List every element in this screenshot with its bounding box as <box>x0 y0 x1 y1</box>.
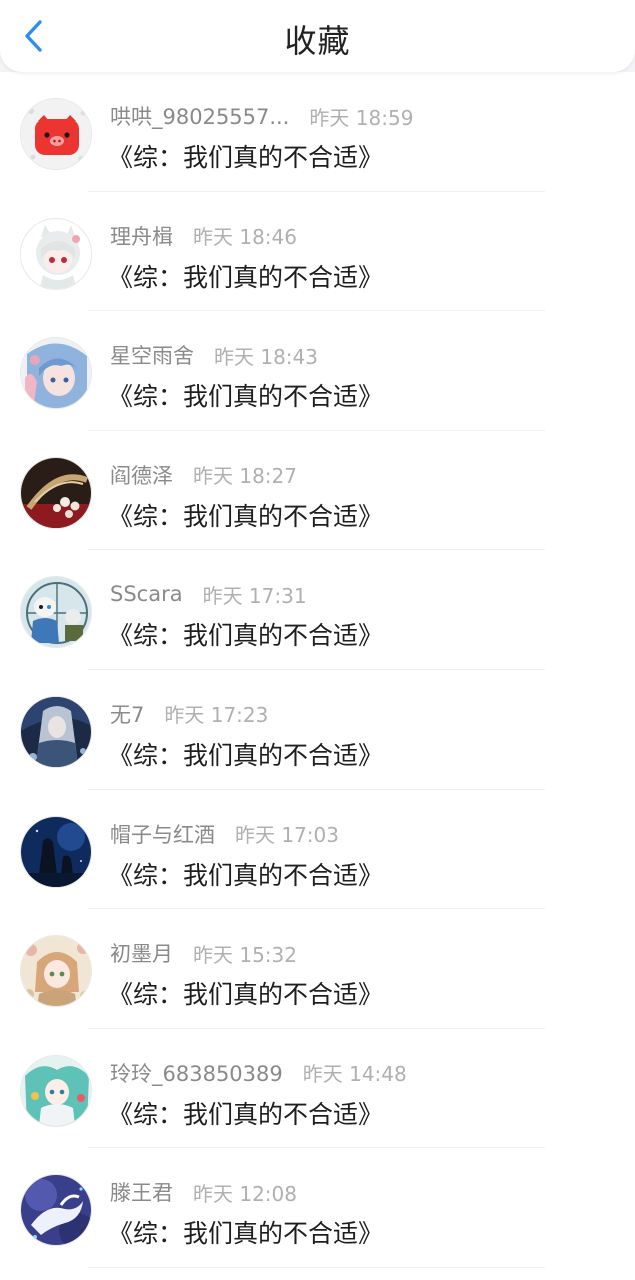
post-time: 昨天 12:08 <box>193 1181 297 1206</box>
page-title: 收藏 <box>284 22 351 60</box>
post-time: 昨天 18:27 <box>193 464 297 489</box>
favorites-list: 哄哄_98025557... 昨天 18:59 《综：我们真的不合适》 理舟楫 … <box>0 72 635 1280</box>
user-name[interactable]: 玲玲_683850389 <box>110 1058 283 1088</box>
anime-teal-hair-avatar[interactable] <box>20 1054 92 1127</box>
user-name[interactable]: 哄哄_98025557... <box>110 101 289 131</box>
user-name[interactable]: 理舟楫 <box>110 221 173 251</box>
book-title[interactable]: 《综：我们真的不合适》 <box>108 1214 383 1250</box>
post-time: 昨天 17:23 <box>164 703 269 728</box>
book-title[interactable]: 《综：我们真的不合适》 <box>108 377 383 413</box>
book-title[interactable]: 《综：我们真的不合适》 <box>108 616 383 652</box>
list-item[interactable]: SScara 昨天 17:31 《综：我们真的不合适》 <box>0 550 635 670</box>
book-title[interactable]: 《综：我们真的不合适》 <box>108 1095 383 1131</box>
anime-cat-girl-avatar[interactable] <box>20 217 92 290</box>
pig-face-avatar[interactable] <box>20 98 92 170</box>
white-dragon-avatar[interactable] <box>20 1174 92 1247</box>
post-time: 昨天 14:48 <box>302 1062 407 1087</box>
book-title[interactable]: 《综：我们真的不合适》 <box>108 138 383 174</box>
night-silhouette-avatar[interactable] <box>20 815 92 888</box>
user-name[interactable]: 星空雨舍 <box>110 340 194 370</box>
list-item[interactable]: 初墨月 昨天 15:32 《综：我们真的不合适》 <box>0 909 635 1029</box>
user-name[interactable]: 滕王君 <box>110 1177 173 1207</box>
list-item[interactable]: 阎德泽 昨天 18:27 《综：我们真的不合适》 <box>0 431 635 551</box>
top-bar: 收藏 <box>0 0 635 72</box>
user-name[interactable]: 阎德泽 <box>110 460 173 490</box>
user-name[interactable]: 帽子与红酒 <box>110 819 215 849</box>
divider <box>88 1266 545 1268</box>
post-time: 昨天 18:43 <box>214 344 318 369</box>
list-item[interactable]: 理舟楫 昨天 18:46 《综：我们真的不合适》 <box>0 192 635 312</box>
anime-silver-hair-avatar[interactable] <box>20 695 92 768</box>
list-item[interactable]: 哄哄_98025557... 昨天 18:59 《综：我们真的不合适》 <box>0 72 635 192</box>
book-title[interactable]: 《综：我们真的不合适》 <box>108 856 383 892</box>
book-title[interactable]: 《综：我们真的不合适》 <box>108 258 383 294</box>
list-item[interactable]: 滕王君 昨天 12:08 《综：我们真的不合适》 <box>0 1148 635 1268</box>
book-title[interactable]: 《综：我们真的不合适》 <box>108 736 383 772</box>
list-item[interactable]: 帽子与红酒 昨天 17:03 《综：我们真的不合适》 <box>0 790 635 910</box>
post-time: 昨天 15:32 <box>193 942 297 967</box>
skeleton-characters-avatar[interactable] <box>20 576 92 649</box>
book-title[interactable]: 《综：我们真的不合适》 <box>108 497 383 533</box>
book-title[interactable]: 《综：我们真的不合适》 <box>108 975 383 1011</box>
user-name[interactable]: SScara <box>110 582 183 606</box>
post-time: 昨天 18:46 <box>193 225 297 250</box>
post-time: 昨天 17:03 <box>235 823 339 848</box>
list-item[interactable]: 星空雨舍 昨天 18:43 《综：我们真的不合适》 <box>0 311 635 431</box>
post-time: 昨天 17:31 <box>202 583 307 608</box>
list-item[interactable]: 玲玲_683850389 昨天 14:48 《综：我们真的不合适》 <box>0 1029 635 1149</box>
user-name[interactable]: 无7 <box>110 699 144 729</box>
list-item[interactable]: 无7 昨天 17:23 《综：我们真的不合适》 <box>0 670 635 790</box>
user-name[interactable]: 初墨月 <box>110 938 173 968</box>
anime-floral-girl-avatar[interactable] <box>20 935 92 1008</box>
post-time: 昨天 18:59 <box>309 105 414 130</box>
pearl-brooch-avatar[interactable] <box>20 456 92 529</box>
anime-blue-hair-avatar[interactable] <box>20 337 92 410</box>
